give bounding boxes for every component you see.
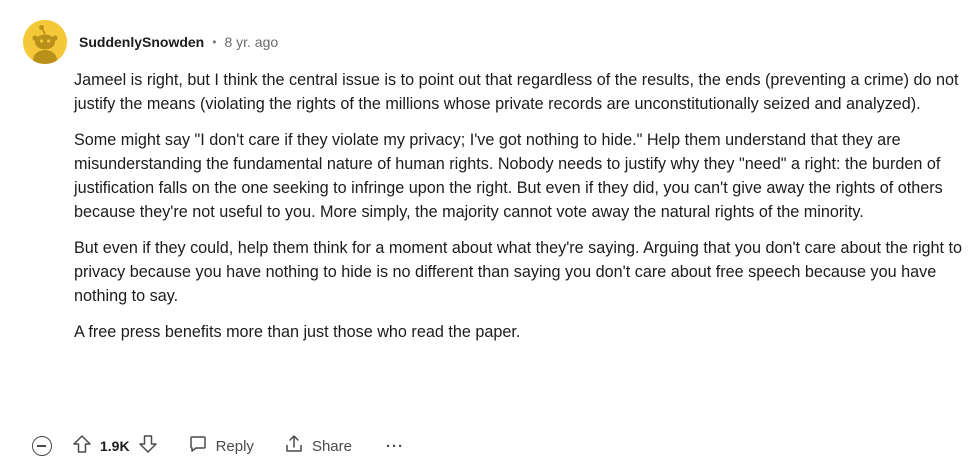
collapse-icon[interactable] bbox=[32, 436, 52, 456]
reply-label: Reply bbox=[215, 437, 254, 455]
timestamp[interactable]: 8 yr. ago bbox=[224, 34, 278, 50]
share-icon bbox=[284, 434, 304, 458]
share-label: Share bbox=[311, 437, 352, 455]
share-button[interactable]: Share bbox=[284, 434, 352, 458]
comment-bubble-icon bbox=[188, 434, 208, 458]
more-icon[interactable]: ··· bbox=[386, 438, 404, 455]
snoo-avatar-icon[interactable] bbox=[23, 20, 67, 64]
reply-button[interactable]: Reply bbox=[188, 434, 254, 458]
comment: SuddenlySnowden • 8 yr. ago Jameel is ri… bbox=[0, 0, 976, 467]
comment-paragraph: But even if they could, help them think … bbox=[74, 239, 963, 305]
comment-paragraph: Some might say "I don't care if they vio… bbox=[74, 131, 943, 221]
author-name[interactable]: SuddenlySnowden bbox=[79, 34, 204, 50]
comment-header: SuddenlySnowden • 8 yr. ago bbox=[23, 18, 278, 66]
comment-action-bar: 1.9K Reply Share ··· bbox=[32, 430, 404, 462]
downvote-icon[interactable] bbox=[138, 434, 158, 458]
upvote-icon[interactable] bbox=[72, 434, 92, 458]
comment-paragraph: A free press benefits more than just tho… bbox=[74, 323, 521, 341]
meta-separator: • bbox=[212, 35, 217, 49]
vote-score: 1.9K bbox=[100, 438, 130, 454]
vote-control: 1.9K bbox=[72, 434, 158, 458]
comment-body: Jameel is right, but I think the central… bbox=[74, 68, 964, 356]
comment-paragraph: Jameel is right, but I think the central… bbox=[74, 71, 959, 113]
